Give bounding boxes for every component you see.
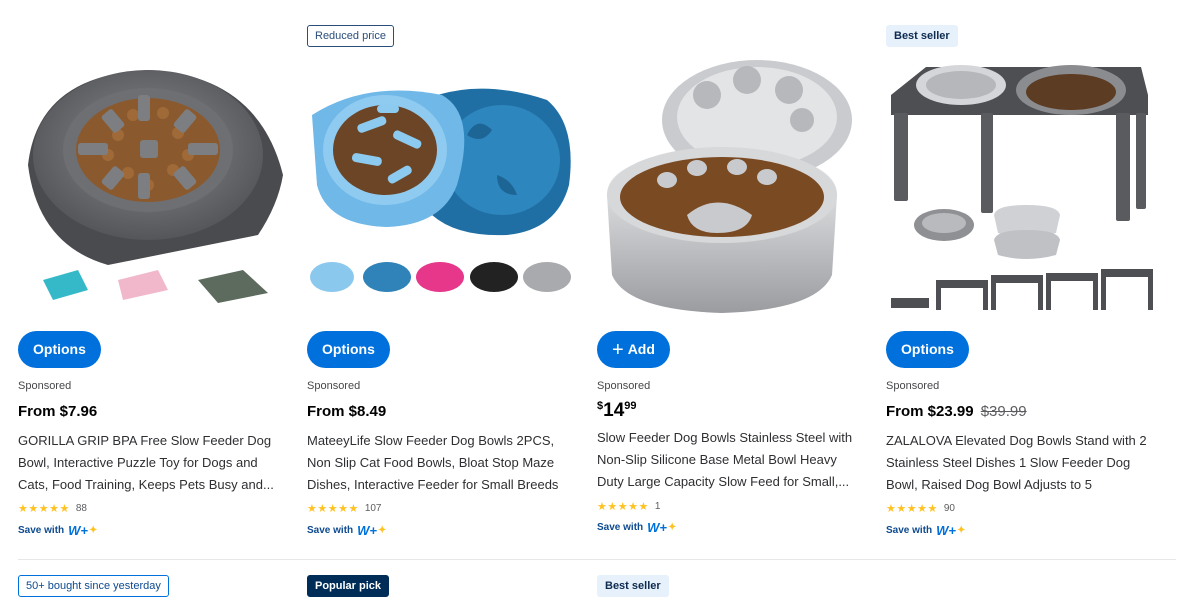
walmart-plus-icon: W+ (357, 523, 378, 538)
save-with-label: Save with (307, 525, 354, 536)
price: From $23.99 $39.99 (886, 403, 1027, 420)
price-was: $39.99 (980, 403, 1027, 420)
save-with-walmart-plus[interactable]: Save with W+ ✦ (886, 523, 965, 538)
price-cents: 99 (624, 400, 637, 412)
price-dollars: 14 (603, 400, 625, 421)
save-with-walmart-plus[interactable]: Save with W+ ✦ (18, 523, 97, 538)
walmart-plus-icon: W+ (68, 523, 89, 538)
bought-since-yesterday-badge: 50+ bought since yesterday (18, 575, 169, 597)
product-title-link[interactable]: Slow Feeder Dog Bowls Stainless Steel wi… (597, 427, 859, 493)
save-with-label: Save with (18, 525, 65, 536)
star-rating-icon: ★★★★★ (886, 502, 938, 515)
best-seller-badge: Best seller (886, 25, 958, 47)
reduced-price-badge: Reduced price (307, 25, 394, 47)
walmart-plus-icon: W+ (936, 523, 957, 538)
spark-icon: ✦ (89, 525, 98, 536)
rating: ★★★★★ 88 (18, 501, 87, 515)
options-button[interactable]: Options (18, 331, 101, 368)
save-with-walmart-plus[interactable]: Save with W+ ✦ (597, 520, 676, 535)
save-with-walmart-plus[interactable]: Save with W+ ✦ (307, 523, 386, 538)
product-image[interactable] (18, 55, 290, 315)
product-card[interactable]: Best seller Options Sponsored From $23.9… (886, 0, 1158, 560)
sponsored-label: Sponsored (307, 380, 361, 392)
plus-icon: + (612, 339, 624, 361)
options-button[interactable]: Options (307, 331, 390, 368)
save-with-label: Save with (886, 525, 933, 536)
next-row-badges: 50+ bought since yesterday Popular pick … (0, 575, 1200, 605)
rating: ★★★★★ 107 (307, 501, 382, 515)
rating: ★★★★★ 1 (597, 499, 660, 513)
product-title-link[interactable]: GORILLA GRIP BPA Free Slow Feeder Dog Bo… (18, 430, 280, 496)
price-current: From $7.96 (18, 403, 98, 420)
spark-icon: ✦ (668, 522, 677, 533)
price: From $7.96 (18, 403, 97, 420)
product-card[interactable]: Options Sponsored From $7.96 GORILLA GRI… (18, 0, 290, 560)
star-rating-icon: ★★★★★ (597, 500, 649, 513)
price-current: From $23.99 (886, 403, 974, 420)
product-image[interactable] (597, 55, 869, 315)
review-count: 88 (75, 502, 87, 514)
sponsored-label: Sponsored (597, 380, 651, 392)
review-count: 1 (654, 500, 661, 512)
product-card[interactable]: + Add Sponsored $1499 Slow Feeder Dog Bow… (597, 0, 869, 560)
options-button[interactable]: Options (886, 331, 969, 368)
product-title-link[interactable]: ZALALOVA Elevated Dog Bowls Stand with 2… (886, 430, 1148, 496)
add-button-label: Add (627, 341, 655, 357)
product-grid: Options Sponsored From $7.96 GORILLA GRI… (0, 0, 1200, 560)
product-image[interactable] (886, 55, 1158, 315)
walmart-plus-icon: W+ (647, 520, 668, 535)
product-card[interactable]: Reduced price Options Sponsored From $8.… (307, 0, 579, 560)
star-rating-icon: ★★★★★ (307, 502, 359, 515)
best-seller-badge: Best seller (597, 575, 669, 597)
spark-icon: ✦ (957, 525, 966, 536)
sponsored-label: Sponsored (886, 380, 940, 392)
review-count: 90 (943, 502, 955, 514)
rating: ★★★★★ 90 (886, 501, 955, 515)
price: From $8.49 (307, 403, 386, 420)
spark-icon: ✦ (378, 525, 387, 536)
review-count: 107 (364, 502, 382, 514)
product-image[interactable] (307, 55, 579, 315)
row-divider (18, 559, 1176, 560)
product-title-link[interactable]: MateeyLife Slow Feeder Dog Bowls 2PCS, N… (307, 430, 569, 496)
price: $1499 (597, 400, 637, 422)
price-current: From $8.49 (307, 403, 387, 420)
add-button[interactable]: + Add (597, 331, 670, 368)
popular-pick-badge: Popular pick (307, 575, 390, 597)
star-rating-icon: ★★★★★ (18, 502, 70, 515)
sponsored-label: Sponsored (18, 380, 72, 392)
save-with-label: Save with (597, 522, 644, 533)
